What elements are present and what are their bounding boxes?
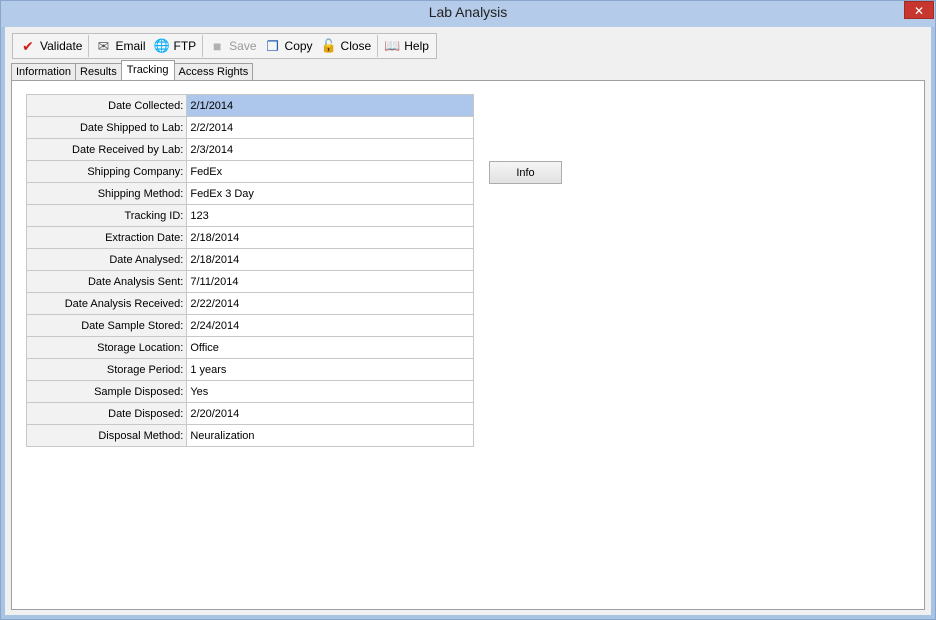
row-label: Date Received by Lab:	[25, 138, 188, 161]
grid-row-date-analysed[interactable]: Date Analysed: 2/18/2014	[25, 248, 474, 271]
row-label: Date Analysed:	[25, 248, 188, 271]
grid-row-storage-period[interactable]: Storage Period: 1 years	[25, 358, 474, 381]
grid-row-tracking-id[interactable]: Tracking ID: 123	[25, 204, 474, 227]
row-label: Storage Period:	[25, 358, 188, 381]
tracking-panel: Date Collected: 2/1/2014 Date Shipped to…	[11, 80, 925, 610]
email-button[interactable]: ✉ Email	[91, 35, 149, 57]
checkmark-icon: ✔	[22, 38, 34, 54]
row-value[interactable]: 2/20/2014	[186, 402, 474, 425]
validate-label: Validate	[40, 39, 83, 53]
row-value[interactable]: Neuralization	[186, 424, 474, 447]
row-value[interactable]: 2/1/2014	[186, 94, 474, 117]
email-label: Email	[115, 39, 146, 53]
row-label: Shipping Method:	[25, 182, 188, 205]
toolbar: ✔ Validate ✉ Email 🌐 FTP ■ Save ❐ Copy 🔓…	[12, 33, 437, 59]
row-value[interactable]: 2/18/2014	[186, 226, 474, 249]
save-icon: ■	[212, 38, 222, 54]
grid-row-date-shipped[interactable]: Date Shipped to Lab: 2/2/2014	[25, 116, 474, 139]
grid-row-disposal-method[interactable]: Disposal Method: Neuralization	[25, 424, 474, 447]
row-label: Date Analysis Received:	[25, 292, 188, 315]
row-value[interactable]: 2/3/2014	[186, 138, 474, 161]
grid-row-date-disposed[interactable]: Date Disposed: 2/20/2014	[25, 402, 474, 425]
help-button[interactable]: 📖 Help	[380, 35, 433, 57]
row-value[interactable]: Yes	[186, 380, 474, 403]
envelope-icon: ✉	[97, 38, 110, 54]
window-close-button[interactable]: ✕	[904, 1, 934, 19]
row-value[interactable]: 123	[186, 204, 474, 227]
grid-row-date-collected[interactable]: Date Collected: 2/1/2014	[25, 94, 474, 117]
ftp-button[interactable]: 🌐 FTP	[150, 35, 201, 57]
row-label: Tracking ID:	[25, 204, 188, 227]
grid-row-storage-location[interactable]: Storage Location: Office	[25, 336, 474, 359]
grid-row-date-received[interactable]: Date Received by Lab: 2/3/2014	[25, 138, 474, 161]
tab-tracking[interactable]: Tracking	[120, 60, 175, 80]
close-label: Close	[340, 39, 372, 53]
globe-icon: 🌐	[153, 38, 170, 53]
toolbar-separator	[377, 35, 379, 57]
row-value[interactable]: FedEx 3 Day	[186, 182, 474, 205]
row-label: Date Disposed:	[25, 402, 188, 425]
row-value[interactable]: 1 years	[186, 358, 474, 381]
copy-button[interactable]: ❐ Copy	[261, 35, 317, 57]
lab-analysis-window: Lab Analysis ✕ ✔ Validate ✉ Email 🌐 FTP …	[0, 0, 936, 620]
grid-row-date-analysis-sent[interactable]: Date Analysis Sent: 7/11/2014	[25, 270, 474, 293]
tracking-property-grid: Date Collected: 2/1/2014 Date Shipped to…	[25, 94, 474, 447]
row-value[interactable]: 2/22/2014	[186, 292, 474, 315]
row-value[interactable]: 2/24/2014	[186, 314, 474, 337]
lock-icon: 🔓	[320, 38, 337, 53]
row-label: Date Shipped to Lab:	[25, 116, 188, 139]
title-bar[interactable]: Lab Analysis ✕	[1, 1, 935, 27]
tab-strip: Information Results Tracking Access Righ…	[11, 60, 254, 80]
grid-row-date-analysis-received[interactable]: Date Analysis Received: 2/22/2014	[25, 292, 474, 315]
grid-row-sample-disposed[interactable]: Sample Disposed: Yes	[25, 380, 474, 403]
window-title: Lab Analysis	[428, 4, 508, 20]
row-label: Date Analysis Sent:	[25, 270, 188, 293]
grid-row-shipping-method[interactable]: Shipping Method: FedEx 3 Day	[25, 182, 474, 205]
window-client-area: ✔ Validate ✉ Email 🌐 FTP ■ Save ❐ Copy 🔓…	[5, 27, 931, 615]
validate-button[interactable]: ✔ Validate	[16, 35, 86, 57]
row-value[interactable]: FedEx	[186, 160, 474, 183]
ftp-label: FTP	[173, 39, 197, 53]
close-button[interactable]: 🔓 Close	[317, 35, 376, 57]
tab-information[interactable]: Information	[11, 63, 77, 80]
save-button[interactable]: ■ Save	[205, 35, 260, 57]
row-value[interactable]: 2/2/2014	[186, 116, 474, 139]
info-button[interactable]: Info	[489, 161, 562, 184]
toolbar-separator	[202, 35, 204, 57]
tab-access-rights[interactable]: Access Rights	[173, 63, 254, 80]
row-label: Disposal Method:	[25, 424, 188, 447]
row-value[interactable]: Office	[186, 336, 474, 359]
grid-row-extraction-date[interactable]: Extraction Date: 2/18/2014	[25, 226, 474, 249]
tab-results[interactable]: Results	[75, 63, 122, 80]
row-label: Shipping Company:	[25, 160, 188, 183]
row-value[interactable]: 2/18/2014	[186, 248, 474, 271]
row-label: Sample Disposed:	[25, 380, 188, 403]
copy-icon: ❐	[266, 38, 279, 54]
grid-row-shipping-company[interactable]: Shipping Company: FedEx	[25, 160, 474, 183]
help-label: Help	[404, 39, 429, 53]
book-icon: 📖	[384, 38, 401, 53]
save-label: Save	[229, 39, 257, 53]
copy-label: Copy	[284, 39, 313, 53]
row-label: Storage Location:	[25, 336, 188, 359]
row-label: Date Sample Stored:	[25, 314, 188, 337]
row-label: Date Collected:	[25, 94, 188, 117]
row-label: Extraction Date:	[25, 226, 188, 249]
grid-row-date-sample-stored[interactable]: Date Sample Stored: 2/24/2014	[25, 314, 474, 337]
toolbar-separator	[88, 35, 90, 57]
close-icon: ✕	[913, 4, 925, 18]
row-value[interactable]: 7/11/2014	[186, 270, 474, 293]
